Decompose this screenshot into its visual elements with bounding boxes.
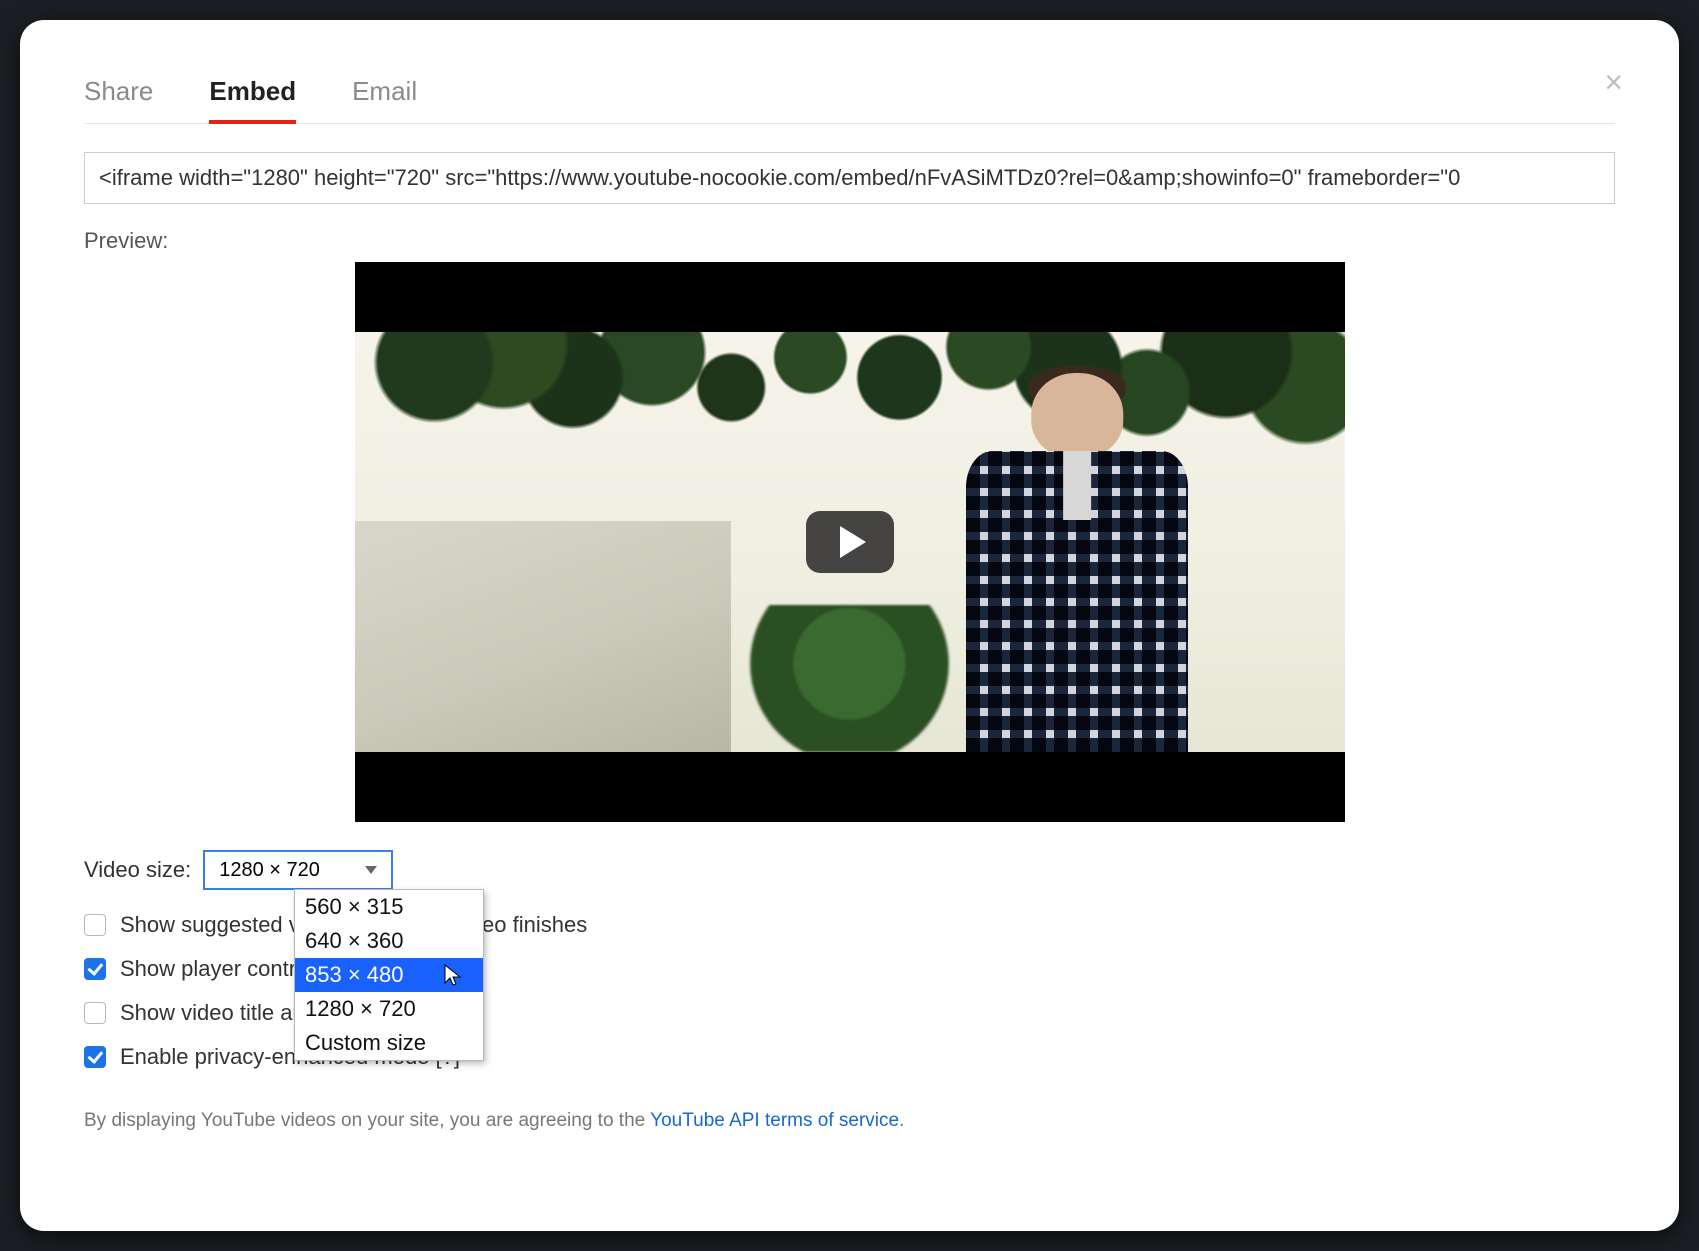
terms-note: By displaying YouTube videos on your sit… [84,1110,1615,1132]
embed-code-input[interactable] [84,152,1615,204]
terms-link[interactable]: YouTube API terms of service [650,1110,899,1131]
checkbox-suggested-videos[interactable] [84,914,106,936]
cursor-icon [443,963,463,987]
size-option-640x360[interactable]: 640 × 360 [295,924,483,958]
size-option-853x480[interactable]: 853 × 480 [295,958,483,992]
scene-bush [741,605,959,752]
checkbox-video-title[interactable] [84,1002,106,1024]
tab-share[interactable]: Share [84,68,153,123]
chevron-down-icon [365,866,377,874]
tab-email[interactable]: Email [352,68,417,123]
size-option-560x315[interactable]: 560 × 315 [295,890,483,924]
checkbox-privacy-enhanced[interactable] [84,1046,106,1068]
terms-prefix: By displaying YouTube videos on your sit… [84,1110,650,1131]
video-player[interactable] [355,262,1345,822]
video-size-dropdown: 560 × 315 640 × 360 853 × 480 1280 × 720… [294,889,484,1061]
preview-label: Preview: [84,228,1615,254]
play-button[interactable] [806,511,894,573]
video-size-row: Video size: 1280 × 720 560 × 315 640 × 3… [84,850,1615,890]
close-icon[interactable]: × [1604,66,1623,98]
share-dialog: × Share Embed Email Preview: [20,20,1679,1231]
size-option-853x480-label: 853 × 480 [305,962,403,987]
tab-embed[interactable]: Embed [209,68,296,123]
video-size-selected: 1280 × 720 [219,859,320,882]
video-size-select[interactable]: 1280 × 720 [203,850,393,890]
preview-area [84,262,1615,822]
tab-bar: Share Embed Email [84,68,1615,124]
scene-wall [355,521,731,752]
size-option-custom[interactable]: Custom size [295,1026,483,1060]
size-option-1280x720[interactable]: 1280 × 720 [295,992,483,1026]
terms-suffix: . [899,1110,904,1131]
scene-person [939,366,1216,752]
checkbox-player-controls[interactable] [84,958,106,980]
letterbox-bottom [355,752,1345,822]
video-size-label: Video size: [84,857,191,883]
letterbox-top [355,262,1345,332]
video-frame [355,332,1345,752]
play-icon [840,526,866,558]
